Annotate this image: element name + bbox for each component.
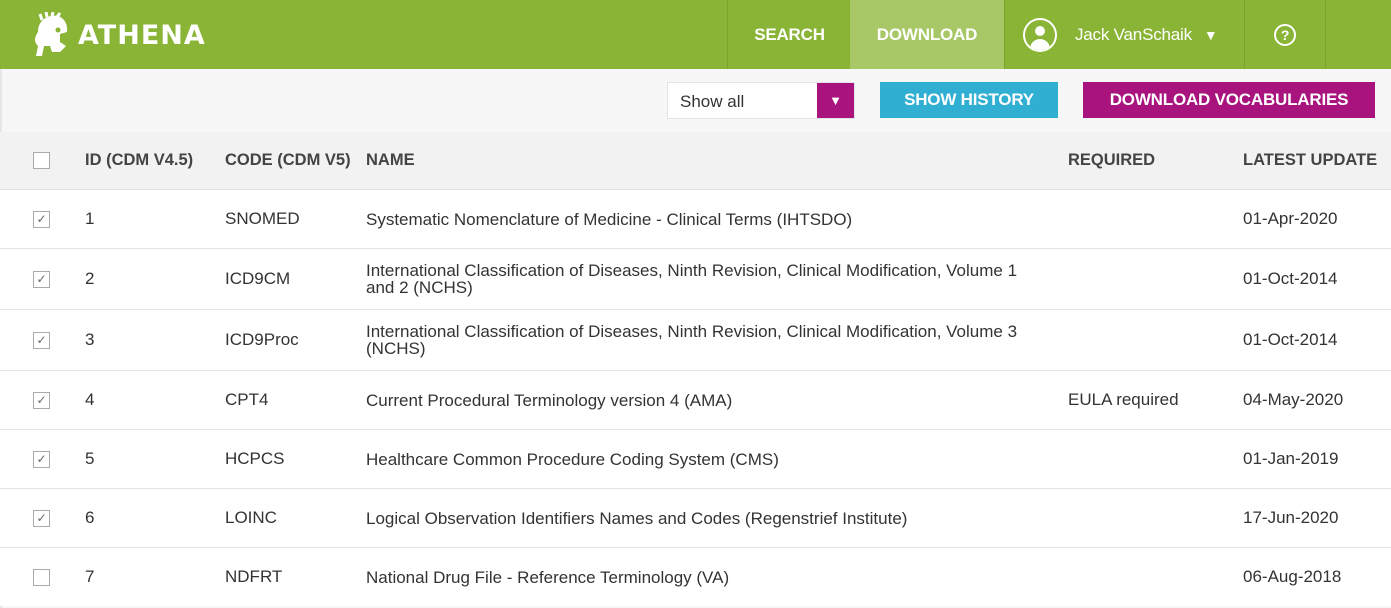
top-navigation-bar: ATHENA SEARCH DOWNLOAD Jack VanSchaik ▼ …	[0, 0, 1391, 69]
row-id: 6	[85, 508, 95, 527]
row-code: SNOMED	[225, 209, 300, 228]
header-id[interactable]: ID (CDM V4.5)	[85, 132, 193, 189]
select-all-checkbox[interactable]	[33, 152, 50, 169]
row-id: 7	[85, 567, 95, 586]
header-required[interactable]: REQUIRED	[1068, 132, 1155, 189]
brand-name: ATHENA	[78, 19, 206, 51]
row-required: EULA required	[1068, 390, 1179, 409]
user-name: Jack VanSchaik	[1075, 24, 1192, 44]
caret-down-icon[interactable]: ▼	[817, 83, 854, 118]
row-code: LOINC	[225, 508, 277, 527]
table-header: ID (CDM V4.5) CODE (CDM V5) NAME REQUIRE…	[0, 132, 1391, 189]
row-code: ICD9Proc	[225, 330, 299, 349]
header-name[interactable]: NAME	[366, 132, 1046, 189]
table-row[interactable]: ✓ 5 HCPCS Healthcare Common Procedure Co…	[0, 429, 1391, 488]
row-id: 3	[85, 330, 95, 349]
row-name: Logical Observation Identifiers Names an…	[366, 508, 908, 528]
row-id: 5	[85, 449, 95, 468]
athena-logo[interactable]: ATHENA	[30, 10, 206, 60]
row-code: ICD9CM	[225, 269, 291, 288]
row-latest-update: 01-Jan-2019	[1243, 449, 1339, 468]
table-row[interactable]: 7 NDFRT National Drug File - Reference T…	[0, 547, 1391, 606]
user-avatar-icon	[1023, 17, 1057, 52]
table-row[interactable]: ✓ 3 ICD9Proc International Classificatio…	[0, 309, 1391, 370]
row-id: 4	[85, 390, 95, 409]
table-row[interactable]: ✓ 4 CPT4 Current Procedural Terminology …	[0, 370, 1391, 429]
user-menu[interactable]: Jack VanSchaik ▼	[1004, 0, 1245, 69]
row-checkbox[interactable]: ✓	[33, 391, 50, 409]
row-checkbox[interactable]: ✓	[33, 210, 50, 228]
row-id: 1	[85, 209, 95, 228]
row-name: International Classification of Diseases…	[366, 322, 1018, 358]
row-latest-update: 01-Oct-2014	[1243, 330, 1338, 349]
header-latest-update[interactable]: LATEST UPDATE	[1243, 132, 1377, 189]
row-latest-update: 04-May-2020	[1243, 390, 1344, 409]
table-row[interactable]: ✓ 6 LOINC Logical Observation Identifier…	[0, 488, 1391, 547]
row-checkbox[interactable]: ✓	[33, 509, 50, 527]
row-code: CPT4	[225, 390, 269, 409]
row-latest-update: 01-Oct-2014	[1243, 269, 1338, 288]
show-history-button[interactable]: SHOW HISTORY	[880, 82, 1058, 118]
filter-select-value: Show all	[680, 92, 745, 111]
caret-down-icon: ▼	[1203, 26, 1218, 43]
row-name: National Drug File - Reference Terminolo…	[366, 567, 730, 587]
row-latest-update: 17-Jun-2020	[1243, 508, 1339, 527]
row-id: 2	[85, 269, 95, 288]
row-name: Current Procedural Terminology version 4…	[366, 390, 733, 410]
help-button[interactable]: ?	[1244, 0, 1326, 69]
row-name: International Classification of Diseases…	[366, 261, 1018, 297]
row-checkbox[interactable]: ✓	[33, 331, 50, 349]
nav-search[interactable]: SEARCH	[727, 0, 851, 69]
filter-select[interactable]: Show all ▼	[667, 82, 855, 119]
help-icon: ?	[1274, 23, 1296, 46]
row-checkbox[interactable]	[33, 568, 50, 586]
row-code: HCPCS	[225, 449, 285, 468]
row-checkbox[interactable]: ✓	[33, 450, 50, 468]
row-code: NDFRT	[225, 567, 283, 586]
row-latest-update: 01-Apr-2020	[1243, 209, 1338, 228]
download-vocabularies-button[interactable]: DOWNLOAD VOCABULARIES	[1083, 82, 1375, 118]
nav-download[interactable]: DOWNLOAD	[850, 0, 1004, 69]
row-latest-update: 06-Aug-2018	[1243, 567, 1342, 586]
table-row[interactable]: ✓ 2 ICD9CM International Classification …	[0, 248, 1391, 309]
row-name: Healthcare Common Procedure Coding Syste…	[366, 449, 779, 469]
table-row[interactable]: ✓ 1 SNOMED Systematic Nomenclature of Me…	[0, 189, 1391, 248]
header-code[interactable]: CODE (CDM V5)	[225, 132, 351, 189]
athena-helmet-icon	[35, 12, 68, 56]
row-checkbox[interactable]: ✓	[33, 270, 50, 288]
row-name: Systematic Nomenclature of Medicine - Cl…	[366, 209, 853, 229]
vocabulary-table: ID (CDM V4.5) CODE (CDM V5) NAME REQUIRE…	[0, 132, 1391, 606]
